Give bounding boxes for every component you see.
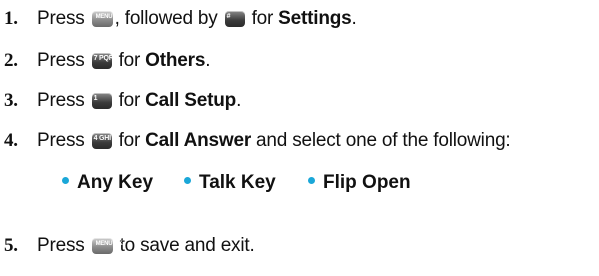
bullet-icon [62, 176, 69, 184]
step-text: , followed by [114, 8, 218, 29]
option-talk-key: Talk Key [184, 172, 308, 194]
four-key-icon: 4 GHI [91, 133, 112, 149]
menu-ok-key-icon: MENU OK [91, 238, 123, 254]
step-3: 3. Press 1 for Call Setup . [4, 88, 241, 114]
step-text: for [251, 8, 274, 29]
step-text: Press [37, 130, 85, 151]
one-key-icon: 1 [91, 93, 112, 109]
step-text: and select one of the following: [256, 130, 511, 151]
punctuation: . [351, 8, 357, 29]
step-text: for [118, 130, 141, 151]
step-text: Press [37, 8, 85, 29]
step-number: 3. [4, 90, 18, 111]
menu-name: Others [145, 50, 206, 71]
menu-name: Call Answer [145, 130, 252, 151]
step-text: for [118, 50, 141, 71]
answer-options: Any Key Talk Key Flip Open [62, 170, 411, 196]
option-flip-open: Flip Open [308, 172, 411, 194]
step-number: 2. [4, 50, 18, 71]
step-text: Press [37, 235, 85, 256]
step-number: 5. [4, 235, 18, 256]
step-5: 5. Press MENU OK to save and exit. [4, 233, 255, 259]
bullet-icon [308, 176, 315, 184]
step-text: Press [37, 50, 85, 71]
menu-name: Settings [278, 8, 352, 29]
step-number: 1. [4, 8, 18, 29]
step-text: for [118, 90, 141, 111]
step-number: 4. [4, 130, 18, 151]
step-text: Press [37, 90, 85, 111]
punctuation: . [205, 50, 211, 71]
option-any-key: Any Key [62, 172, 184, 194]
step-1: 1. Press MENU OK , followed by # for Set… [4, 6, 357, 32]
punctuation: . [236, 90, 242, 111]
bullet-icon [184, 176, 191, 184]
menu-name: Call Setup [145, 90, 237, 111]
pound-key-icon: # [224, 11, 245, 27]
step-4: 4. Press 4 GHI for Call Answer and selec… [4, 128, 511, 154]
menu-ok-key-icon: MENU OK [91, 11, 123, 27]
step-2: 2. Press 7 PQRS for Others . [4, 48, 211, 74]
step-text: to save and exit. [119, 235, 255, 256]
seven-key-icon: 7 PQRS [91, 53, 118, 69]
